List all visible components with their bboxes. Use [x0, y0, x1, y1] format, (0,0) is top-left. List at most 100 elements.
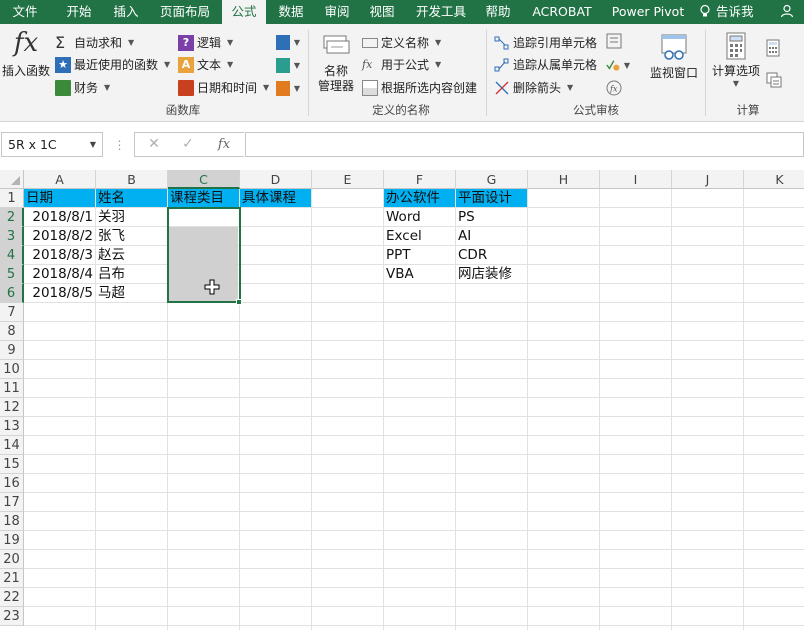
- name-cell[interactable]: 张飞: [96, 227, 168, 246]
- datetime-button[interactable]: 日期和时间 ▼: [178, 77, 269, 98]
- header-cell-g1[interactable]: 平面设计: [456, 189, 528, 208]
- header-cell-b1[interactable]: 姓名: [96, 189, 168, 208]
- row-header-6[interactable]: 6: [0, 284, 24, 303]
- fill-handle[interactable]: [236, 299, 242, 305]
- autosum-button[interactable]: Σ 自动求和 ▼: [55, 32, 134, 53]
- date-cell[interactable]: 2018/8/4: [24, 265, 96, 284]
- graphic-design-cell[interactable]: PS: [456, 208, 528, 227]
- row-header-4[interactable]: 4: [0, 246, 24, 265]
- row-header-13[interactable]: 13: [0, 417, 24, 436]
- more-functions-button[interactable]: ▼: [276, 78, 300, 98]
- show-formulas-button[interactable]: [606, 31, 630, 51]
- name-manager-button[interactable]: 名称 管理器: [314, 32, 358, 94]
- chevron-down-icon[interactable]: ▼: [90, 133, 96, 156]
- name-cell[interactable]: 关羽: [96, 208, 168, 227]
- column-header-a[interactable]: A: [24, 170, 96, 189]
- column-header-b[interactable]: B: [96, 170, 168, 189]
- row-header-1[interactable]: 1: [0, 189, 24, 208]
- calculation-options-button[interactable]: 计算选项 ▼: [708, 32, 764, 89]
- tab-help[interactable]: 帮助: [478, 0, 518, 24]
- tab-page-layout[interactable]: 页面布局: [152, 0, 218, 24]
- row-header-3[interactable]: 3: [0, 227, 24, 246]
- graphic-design-cell[interactable]: 网店装修: [456, 265, 528, 284]
- name-box[interactable]: 5R x 1C ▼: [1, 132, 103, 157]
- enter-check-icon[interactable]: ✓: [171, 133, 205, 156]
- date-cell[interactable]: 2018/8/3: [24, 246, 96, 265]
- financial-button[interactable]: 财务 ▼: [55, 77, 110, 98]
- row-header-18[interactable]: 18: [0, 512, 24, 531]
- office-software-cell[interactable]: Word: [384, 208, 456, 227]
- date-cell[interactable]: 2018/8/5: [24, 284, 96, 303]
- calculate-sheet-button[interactable]: [766, 70, 790, 90]
- cancel-icon[interactable]: ✕: [137, 133, 171, 156]
- select-all-corner[interactable]: [0, 170, 24, 189]
- tab-acrobat[interactable]: ACROBAT: [524, 0, 600, 24]
- row-header-9[interactable]: 9: [0, 341, 24, 360]
- row-header-17[interactable]: 17: [0, 493, 24, 512]
- formula-input[interactable]: [245, 132, 804, 157]
- header-cell-c1[interactable]: 课程类目: [168, 189, 240, 208]
- share-user-icon[interactable]: [780, 0, 794, 24]
- date-cell[interactable]: 2018/8/2: [24, 227, 96, 246]
- name-cell[interactable]: 吕布: [96, 265, 168, 284]
- row-header-10[interactable]: 10: [0, 360, 24, 379]
- graphic-design-cell[interactable]: CDR: [456, 246, 528, 265]
- tab-file[interactable]: 文件: [0, 0, 50, 24]
- column-header-d[interactable]: D: [240, 170, 312, 189]
- name-cell[interactable]: 马超: [96, 284, 168, 303]
- row-header-20[interactable]: 20: [0, 550, 24, 569]
- tab-power-pivot[interactable]: Power Pivot: [606, 0, 690, 24]
- row-header-2[interactable]: 2: [0, 208, 24, 227]
- column-header-e[interactable]: E: [312, 170, 384, 189]
- define-name-button[interactable]: 定义名称 ▼: [362, 32, 441, 53]
- insert-function-fx-icon[interactable]: fx: [207, 133, 241, 156]
- row-header-22[interactable]: 22: [0, 588, 24, 607]
- trace-dependents-button[interactable]: 追踪从属单元格: [494, 54, 597, 75]
- tab-formulas[interactable]: 公式: [222, 0, 266, 24]
- row-header-11[interactable]: 11: [0, 379, 24, 398]
- error-checking-button[interactable]: ▼: [606, 55, 630, 75]
- row-header-14[interactable]: 14: [0, 436, 24, 455]
- tab-data[interactable]: 数据: [270, 0, 312, 24]
- graphic-design-cell[interactable]: AI: [456, 227, 528, 246]
- name-cell[interactable]: 赵云: [96, 246, 168, 265]
- watch-window-button[interactable]: 监视窗口: [646, 32, 702, 81]
- row-header-15[interactable]: 15: [0, 455, 24, 474]
- column-header-h[interactable]: H: [528, 170, 600, 189]
- row-header-23[interactable]: 23: [0, 607, 24, 626]
- row-header-8[interactable]: 8: [0, 322, 24, 341]
- insert-function-button[interactable]: fx 插入函数: [0, 28, 52, 79]
- office-software-cell[interactable]: PPT: [384, 246, 456, 265]
- header-cell-f1[interactable]: 办公软件: [384, 189, 456, 208]
- row-header-7[interactable]: 7: [0, 303, 24, 322]
- evaluate-formula-button[interactable]: fx: [606, 78, 630, 98]
- row-header-5[interactable]: 5: [0, 265, 24, 284]
- math-trig-button[interactable]: ▼: [276, 55, 300, 75]
- date-cell[interactable]: 2018/8/1: [24, 208, 96, 227]
- header-cell-d1[interactable]: 具体课程: [240, 189, 312, 208]
- logical-button[interactable]: ? 逻辑 ▼: [178, 32, 233, 53]
- column-header-f[interactable]: F: [384, 170, 456, 189]
- tab-insert[interactable]: 插入: [104, 0, 148, 24]
- text-button[interactable]: A 文本 ▼: [178, 54, 233, 75]
- remove-arrows-button[interactable]: 删除箭头 ▼: [494, 77, 573, 98]
- recent-functions-button[interactable]: ★ 最近使用的函数 ▼: [55, 54, 170, 75]
- lookup-reference-button[interactable]: ▼: [276, 32, 300, 52]
- row-header-16[interactable]: 16: [0, 474, 24, 493]
- worksheet-grid[interactable]: A B C D E F G H I J K 1 2 3 4 5 6 7 8 9 10 11 12 13 14 15 16 17 18 19…: [0, 170, 804, 630]
- tab-view[interactable]: 视图: [362, 0, 402, 24]
- office-software-cell[interactable]: Excel: [384, 227, 456, 246]
- use-in-formula-button[interactable]: fx 用于公式 ▼: [362, 54, 441, 75]
- row-header-12[interactable]: 12: [0, 398, 24, 417]
- header-cell-a1[interactable]: 日期: [24, 189, 96, 208]
- office-software-cell[interactable]: VBA: [384, 265, 456, 284]
- tab-home[interactable]: 开始: [56, 0, 102, 24]
- column-header-j[interactable]: J: [672, 170, 744, 189]
- create-from-selection-button[interactable]: 根据所选内容创建: [362, 77, 477, 98]
- column-header-c[interactable]: C: [168, 170, 240, 189]
- formula-bar-splitter[interactable]: ⋮: [112, 134, 126, 156]
- calculate-now-button[interactable]: [766, 38, 790, 58]
- tell-me[interactable]: 告诉我: [698, 0, 754, 24]
- column-header-i[interactable]: I: [600, 170, 672, 189]
- column-header-k[interactable]: K: [744, 170, 804, 189]
